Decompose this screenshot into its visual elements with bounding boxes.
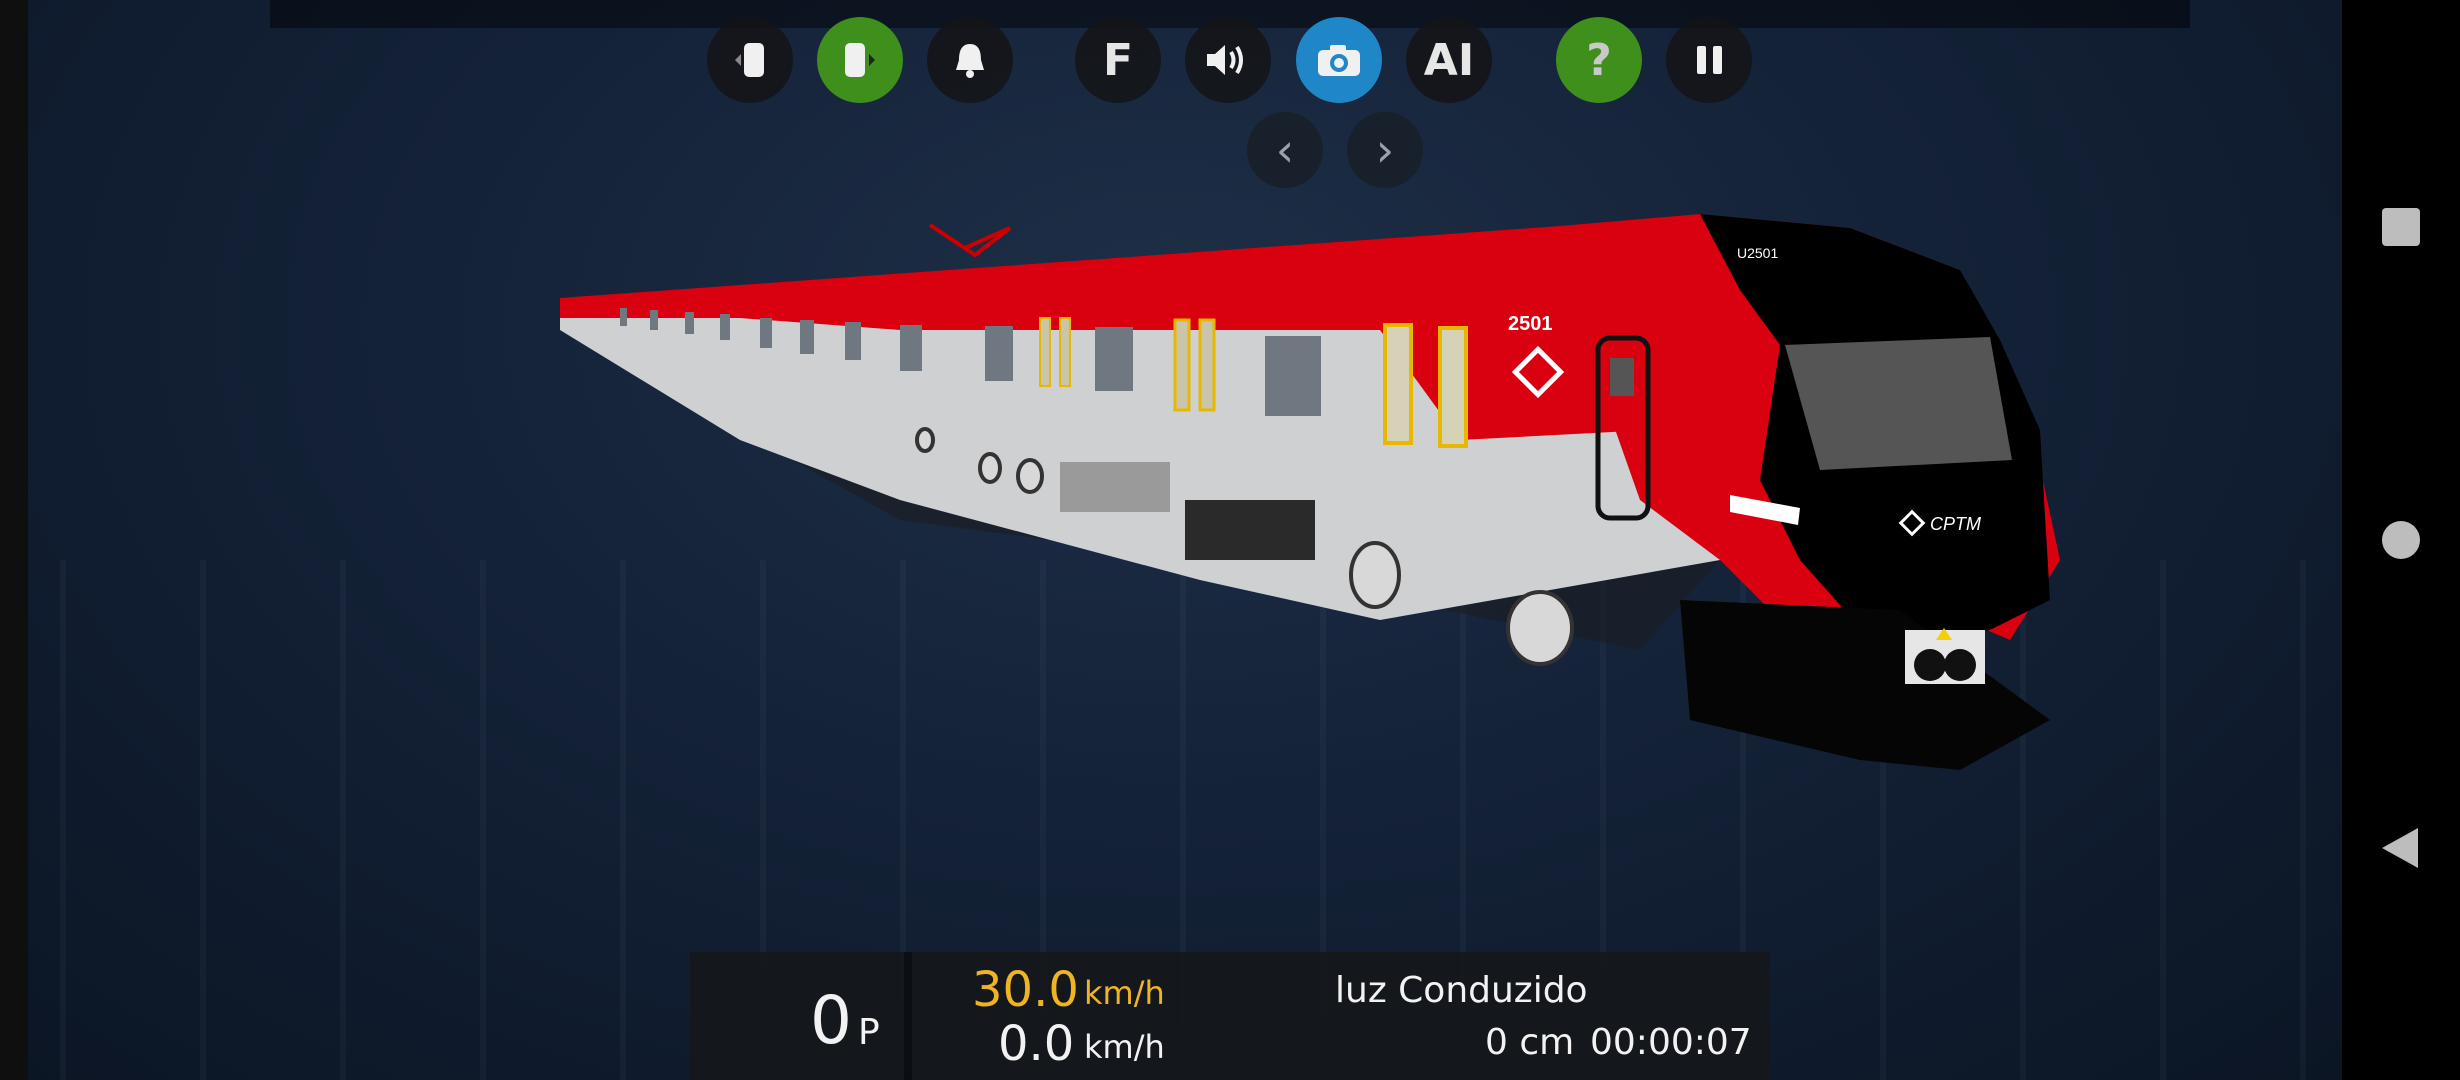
chevron-right-icon: › (1375, 123, 1395, 177)
car-number: 2501 (1508, 313, 1553, 335)
camera-button[interactable] (1296, 17, 1382, 103)
train-model: 2501 U2501 CPTM (560, 214, 2060, 770)
f-label: F (1102, 34, 1134, 86)
ai-button[interactable]: AI (1406, 17, 1492, 103)
cab-right-button[interactable] (817, 17, 903, 103)
next-camera-button[interactable]: › (1347, 112, 1423, 188)
help-label: ? (1586, 34, 1612, 86)
pause-icon (1697, 46, 1722, 74)
prev-camera-button[interactable]: ‹ (1247, 112, 1323, 188)
power-value: 0 (810, 982, 852, 1059)
sound-button[interactable] (1185, 17, 1271, 103)
home-button[interactable] (2382, 521, 2420, 559)
help-button[interactable]: ? (1556, 17, 1642, 103)
bell-button[interactable] (927, 17, 1013, 103)
door-right-icon (845, 43, 875, 77)
target-speed-unit: km/h (1084, 974, 1165, 1012)
left-bezel (0, 0, 28, 1080)
ai-label: AI (1423, 34, 1475, 86)
camera-icon (1318, 45, 1360, 76)
cab-left-button[interactable] (707, 17, 793, 103)
game-viewport[interactable]: 2501 U2501 CPTM F AI ? ‹ › 0 P 30.0 km/h… (0, 0, 2342, 1080)
operator-logo: CPTM (1930, 514, 1981, 534)
system-nav-bar (2342, 0, 2460, 1080)
f-button[interactable]: F (1075, 17, 1161, 103)
target-speed: 30.0 (972, 962, 1079, 1018)
elapsed-timer: 00:00:07 (1590, 1022, 1752, 1063)
speaker-icon (1207, 45, 1243, 75)
chevron-left-icon: ‹ (1275, 123, 1295, 177)
pause-button[interactable] (1666, 17, 1752, 103)
door-left-icon (735, 43, 764, 77)
cab-code: U2501 (1737, 245, 1778, 261)
driving-hud: 0 P 30.0 km/h 0.0 km/h luz Conduzido 0 c… (690, 952, 1770, 1080)
current-speed-unit: km/h (1084, 1028, 1165, 1066)
recents-button[interactable] (2382, 208, 2420, 246)
back-button[interactable] (2382, 828, 2418, 868)
mode-label: luz Conduzido (1335, 970, 1588, 1011)
distance-readout: 0 cm (1485, 1022, 1575, 1063)
current-speed: 0.0 (998, 1016, 1075, 1072)
bell-icon (956, 44, 984, 78)
power-unit: P (858, 1012, 880, 1053)
